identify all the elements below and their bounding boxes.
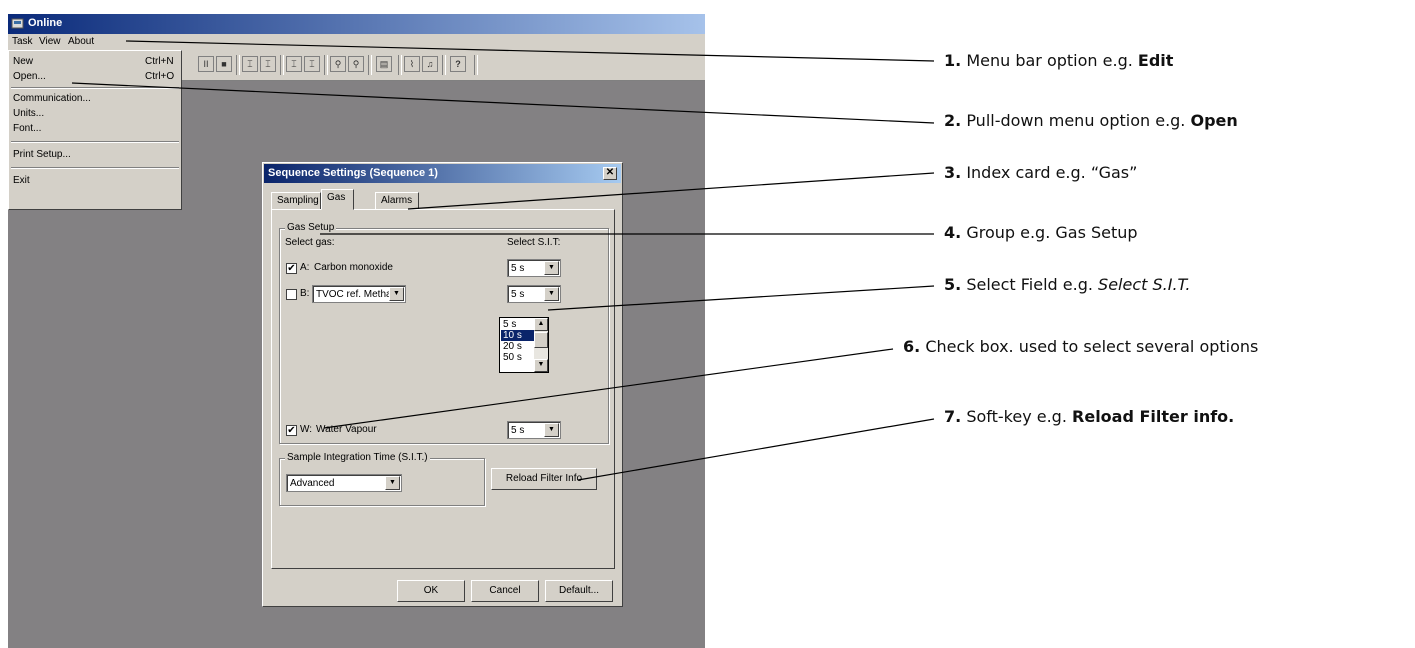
callout-5: 5. Select Field e.g. Select S.I.T. [944, 275, 1191, 294]
callout-4-text: Group e.g. Gas Setup [966, 223, 1138, 242]
callout-2: 2. Pull-down menu option e.g. Open [944, 111, 1238, 130]
callout-5-text: Select Field e.g. [966, 275, 1093, 294]
callout-2-emphasis: Open [1190, 111, 1238, 130]
callout-1-emphasis: Edit [1137, 51, 1174, 70]
callout-2-text: Pull-down menu option e.g. [966, 111, 1186, 130]
callout-1-text: Menu bar option e.g. [966, 51, 1133, 70]
tab-gas[interactable]: Gas [321, 189, 354, 210]
callout-6: 6. Check box. used to select several opt… [903, 337, 1258, 356]
callout-4-number: 4. [944, 223, 962, 242]
callout-3-number: 3. [944, 163, 962, 182]
callout-7-emphasis: Reload Filter info. [1072, 407, 1235, 426]
callout-7-text: Soft-key e.g. [966, 407, 1067, 426]
callout-5-number: 5. [944, 275, 962, 294]
callout-7-number: 7. [944, 407, 962, 426]
callout-4: 4. Group e.g. Gas Setup [944, 223, 1138, 242]
callout-lines [71, 40, 935, 481]
callout-5-emphasis: Select S.I.T. [1098, 275, 1191, 294]
callout-1-number: 1. [944, 51, 962, 70]
callout-6-number: 6. [903, 337, 921, 356]
callout-2-number: 2. [944, 111, 962, 130]
callout-1: 1. Menu bar option e.g. Edit [944, 51, 1173, 70]
callout-7: 7. Soft-key e.g. Reload Filter info. [944, 407, 1234, 426]
callout-6-text: Check box. used to select several option… [925, 337, 1259, 356]
callout-3-text: Index card e.g. “Gas” [966, 163, 1138, 182]
callout-3: 3. Index card e.g. “Gas” [944, 163, 1137, 182]
